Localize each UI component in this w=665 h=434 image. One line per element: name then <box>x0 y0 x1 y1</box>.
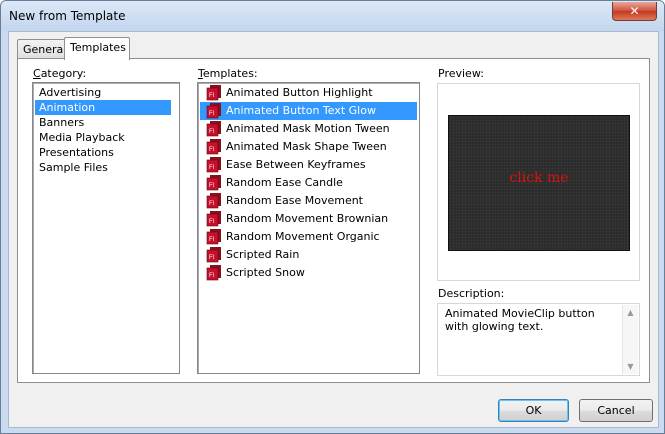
scroll-up-arrow-icon[interactable]: ▲ <box>623 305 638 320</box>
svg-text:Fl: Fl <box>209 129 214 135</box>
templates-list[interactable]: Fl Animated Button Highlight Fl Animated Bu… <box>197 82 420 374</box>
tab-templates-label: Templates <box>70 41 126 54</box>
template-item-label: Random Ease Movement <box>226 194 363 207</box>
dialog-client-area: General Templates Category: Advertising A… <box>8 31 659 428</box>
svg-text:Fl: Fl <box>209 273 214 279</box>
template-item-label: Random Movement Organic <box>226 230 380 243</box>
svg-text:Fl: Fl <box>209 201 214 207</box>
template-item-label: Animated Mask Motion Tween <box>226 122 390 135</box>
template-item-label: Random Ease Candle <box>226 176 343 189</box>
template-item-label: Random Movement Brownian <box>226 212 389 225</box>
close-icon: ✕ <box>629 4 640 18</box>
template-item[interactable]: Fl Random Ease Candle <box>200 174 417 192</box>
flash-file-icon: Fl <box>206 229 221 245</box>
tab-templates[interactable]: Templates <box>64 37 130 60</box>
svg-text:Fl: Fl <box>209 147 214 153</box>
template-item-label: Scripted Rain <box>226 248 300 261</box>
flash-file-icon: Fl <box>206 85 221 101</box>
svg-text:Fl: Fl <box>209 111 214 117</box>
category-item[interactable]: Sample Files <box>35 160 171 175</box>
window-title: New from Template <box>9 9 126 23</box>
tab-general[interactable]: General <box>17 39 66 59</box>
flash-file-icon: Fl <box>206 247 221 263</box>
scroll-down-arrow-icon[interactable]: ▼ <box>623 359 638 374</box>
templates-tab-panel: Category: Advertising Animation Banners Med… <box>17 58 650 383</box>
svg-text:Fl: Fl <box>209 237 214 243</box>
svg-text:Fl: Fl <box>209 219 214 225</box>
template-item-label: Animated Button Text Glow <box>226 104 376 117</box>
template-item[interactable]: Fl Animated Mask Motion Tween <box>200 120 417 138</box>
template-item[interactable]: Fl Scripted Snow <box>200 264 417 282</box>
category-item[interactable]: Media Playback <box>35 130 171 145</box>
description-scrollbar[interactable]: ▲ ▼ <box>622 305 638 374</box>
preview-label: Preview: <box>438 67 484 80</box>
close-button[interactable]: ✕ <box>612 2 657 21</box>
description-box[interactable]: Animated MovieClip button with glowing t… <box>437 303 640 376</box>
ok-button[interactable]: OK <box>498 399 569 422</box>
category-label: Category: <box>33 67 87 80</box>
flash-file-icon: Fl <box>206 121 221 137</box>
template-item-label: Animated Button Highlight <box>226 86 373 99</box>
template-item[interactable]: Fl Animated Button Text Glow <box>200 102 417 120</box>
template-item[interactable]: Fl Animated Button Highlight <box>200 84 417 102</box>
template-item-label: Ease Between Keyframes <box>226 158 366 171</box>
template-item[interactable]: Fl Scripted Rain <box>200 246 417 264</box>
title-bar[interactable]: New from Template ✕ <box>1 1 664 31</box>
preview-panel: click me <box>437 83 640 281</box>
flash-file-icon: Fl <box>206 265 221 281</box>
preview-stage: click me <box>448 115 630 251</box>
template-item-label: Scripted Snow <box>226 266 305 279</box>
template-item[interactable]: Fl Random Movement Brownian <box>200 210 417 228</box>
category-item[interactable]: Banners <box>35 115 171 130</box>
dialog-window: New from Template ✕ General Templates Ca… <box>0 0 665 434</box>
template-item[interactable]: Fl Random Movement Organic <box>200 228 417 246</box>
flash-file-icon: Fl <box>206 211 221 227</box>
preview-button-text: click me <box>509 170 569 186</box>
flash-file-icon: Fl <box>206 139 221 155</box>
description-label: Description: <box>438 287 505 300</box>
template-item[interactable]: Fl Animated Mask Shape Tween <box>200 138 417 156</box>
description-text: Animated MovieClip button with glowing t… <box>445 307 595 333</box>
cancel-button[interactable]: Cancel <box>579 399 653 422</box>
flash-file-icon: Fl <box>206 175 221 191</box>
category-list[interactable]: Advertising Animation Banners Media Playbac… <box>32 82 180 374</box>
template-item-label: Animated Mask Shape Tween <box>226 140 387 153</box>
svg-text:Fl: Fl <box>209 165 214 171</box>
flash-file-icon: Fl <box>206 157 221 173</box>
category-item[interactable]: Presentations <box>35 145 171 160</box>
templates-label: Templates: <box>198 67 258 80</box>
template-item[interactable]: Fl Random Ease Movement <box>200 192 417 210</box>
template-item[interactable]: Fl Ease Between Keyframes <box>200 156 417 174</box>
tab-general-label: General <box>23 43 67 56</box>
flash-file-icon: Fl <box>206 193 221 209</box>
svg-text:Fl: Fl <box>209 183 214 189</box>
category-item[interactable]: Advertising <box>35 85 171 100</box>
flash-file-icon: Fl <box>206 103 221 119</box>
category-item[interactable]: Animation <box>35 100 171 115</box>
svg-text:Fl: Fl <box>209 255 214 261</box>
svg-text:Fl: Fl <box>209 93 214 99</box>
